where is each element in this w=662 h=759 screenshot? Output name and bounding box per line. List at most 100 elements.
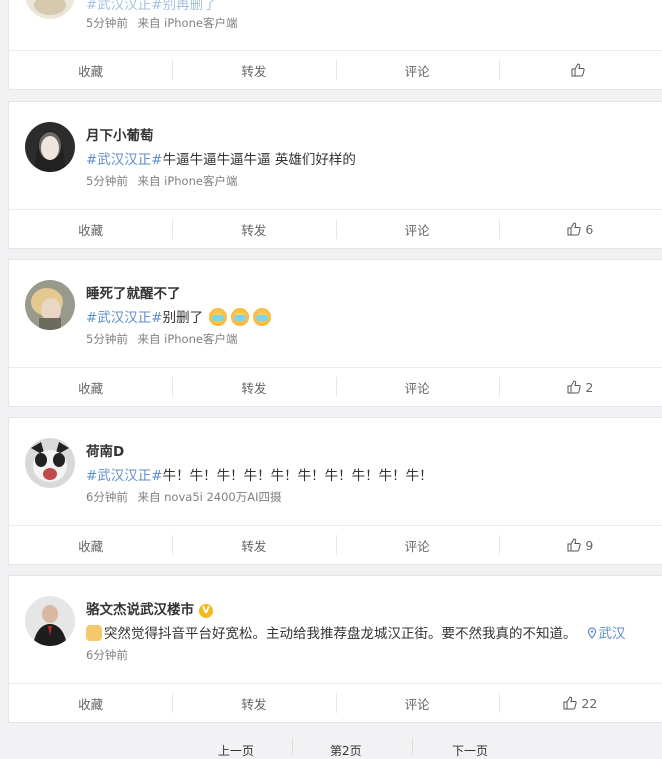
avatar[interactable] [25, 280, 75, 330]
action-bar: 收藏 转发 评论 9 [9, 525, 662, 564]
comment-label: 评论 [404, 696, 430, 712]
comment-label: 评论 [404, 538, 430, 554]
avatar-image [25, 596, 75, 646]
like-count: 2 [585, 379, 594, 395]
crying-emoji-icon [253, 308, 272, 326]
post-meta: 6分钟前 [86, 647, 134, 663]
post-text: 突然觉得抖音平台好宽松。主动给我推荐盘龙城汉正街。要不然我真的不知道。 [104, 626, 577, 642]
post-meta: 5分钟前 来自 iPhone客户端 [86, 173, 243, 189]
post-source: 来自 iPhone客户端 [137, 16, 238, 30]
post-content: #武汉汉正#牛！牛！牛！牛！牛！牛！牛！牛！牛！牛！ [86, 464, 433, 484]
post-time[interactable]: 5分钟前 [86, 174, 128, 188]
next-page-button[interactable]: 下一页 [452, 742, 488, 759]
post-text: 别再删了 [162, 0, 217, 13]
repost-label: 转发 [241, 538, 267, 554]
post-source: 来自 nova5i 2400万AI四摄 [137, 490, 282, 504]
topic-link[interactable]: #武汉汉正# [86, 0, 163, 13]
pager-divider [292, 738, 293, 754]
thumbs-up-icon [563, 696, 578, 710]
fav-label: 收藏 [78, 63, 104, 79]
repost-label: 转发 [241, 696, 267, 712]
fav-button[interactable]: 收藏 [9, 368, 172, 406]
comment-label: 评论 [404, 63, 430, 79]
avatar-image [25, 122, 75, 172]
post-meta: 5分钟前 来自 iPhone客户端 [86, 331, 243, 347]
topic-link[interactable]: #武汉汉正# [86, 310, 163, 326]
prev-page-button[interactable]: 上一页 [218, 742, 254, 759]
fav-button[interactable]: 收藏 [9, 210, 172, 248]
post-content: #武汉汉正#别删了 [86, 306, 273, 326]
location-link[interactable]: 武汉 [587, 626, 626, 642]
fav-label: 收藏 [78, 538, 104, 554]
avatar[interactable] [25, 596, 75, 646]
feed-card: 睡死了就醒不了 #武汉汉正#别删了 5分钟前 来自 iPhone客户端 收藏 转… [8, 259, 662, 407]
like-count: 6 [585, 221, 594, 237]
post-content: 突然觉得抖音平台好宽松。主动给我推荐盘龙城汉正街。要不然我真的不知道。 武汉 [86, 622, 626, 642]
avatar[interactable] [25, 438, 75, 488]
fav-button[interactable]: 收藏 [9, 51, 172, 89]
feed-card: 月下小葡萄 #武汉汉正#牛逼牛逼牛逼牛逼 英雄们好样的 5分钟前 来自 iPho… [8, 101, 662, 249]
comment-button[interactable]: 评论 [335, 51, 499, 89]
fav-button[interactable]: 收藏 [9, 526, 172, 564]
avatar-image [25, 280, 75, 330]
post-source: 来自 iPhone客户端 [137, 174, 238, 188]
like-button[interactable]: 9 [498, 526, 662, 564]
repost-button[interactable]: 转发 [172, 51, 335, 89]
action-bar: 收藏 转发 评论 6 [9, 209, 662, 248]
pager-divider [412, 738, 413, 754]
repost-button[interactable]: 转发 [172, 368, 335, 406]
thumbs-up-icon [567, 538, 582, 552]
like-button[interactable]: 2 [498, 368, 662, 406]
post-time[interactable]: 6分钟前 [86, 490, 128, 504]
comment-button[interactable]: 评论 [335, 684, 499, 722]
post-text: 牛逼牛逼牛逼牛逼 英雄们好样的 [162, 152, 356, 168]
comment-button[interactable]: 评论 [335, 368, 499, 406]
like-button[interactable]: 6 [498, 210, 662, 248]
current-page-select[interactable]: 第2页 [330, 742, 362, 759]
comment-button[interactable]: 评论 [335, 210, 499, 248]
post-source: 来自 iPhone客户端 [137, 332, 238, 346]
post-time[interactable]: 5分钟前 [86, 16, 128, 30]
repost-label: 转发 [241, 63, 267, 79]
topic-link[interactable]: #武汉汉正# [86, 468, 163, 484]
user-name[interactable]: 月下小葡萄 [86, 124, 154, 144]
action-bar: 收藏 转发 评论 2 [9, 367, 662, 406]
fav-button[interactable]: 收藏 [9, 684, 172, 722]
crying-emoji-icon [231, 308, 250, 326]
fav-label: 收藏 [78, 222, 104, 238]
thumbs-up-icon [567, 380, 582, 394]
post-content: #武汉汉正#牛逼牛逼牛逼牛逼 英雄们好样的 [86, 148, 356, 168]
avatar[interactable] [25, 0, 75, 19]
thumbs-up-icon [571, 63, 586, 77]
like-count: 9 [585, 537, 594, 553]
location-text: 武汉 [598, 626, 626, 642]
post-time[interactable]: 6分钟前 [86, 648, 128, 662]
avatar-image [25, 0, 75, 19]
topic-link[interactable]: #武汉汉正# [86, 152, 163, 168]
user-name[interactable]: 睡死了就醒不了 [86, 282, 181, 302]
repost-label: 转发 [241, 380, 267, 396]
doge-emoji-icon [86, 625, 102, 641]
post-text: 牛！牛！牛！牛！牛！牛！牛！牛！牛！牛！ [162, 468, 433, 484]
repost-button[interactable]: 转发 [172, 684, 335, 722]
post-text: 别删了 [162, 310, 204, 326]
action-bar: 收藏 转发 评论 [9, 50, 662, 89]
avatar[interactable] [25, 122, 75, 172]
comment-label: 评论 [404, 380, 430, 396]
like-button[interactable]: 22 [498, 684, 662, 722]
fav-label: 收藏 [78, 380, 104, 396]
repost-button[interactable]: 转发 [172, 526, 335, 564]
location-pin-icon [587, 627, 596, 639]
repost-label: 转发 [241, 222, 267, 238]
like-button[interactable] [498, 51, 662, 89]
user-name[interactable]: 骆文杰说武汉楼市 V [86, 598, 213, 618]
repost-button[interactable]: 转发 [172, 210, 335, 248]
user-name[interactable]: 荷南D [86, 440, 124, 460]
post-meta: 5分钟前 来自 iPhone客户端 [86, 15, 243, 31]
comment-button[interactable]: 评论 [335, 526, 499, 564]
user-name-text: 骆文杰说武汉楼市 [86, 602, 194, 618]
action-bar: 收藏 转发 评论 22 [9, 683, 662, 722]
post-time[interactable]: 5分钟前 [86, 332, 128, 346]
pagination: 上一页 第2页 下一页 [0, 734, 662, 758]
fav-label: 收藏 [78, 696, 104, 712]
